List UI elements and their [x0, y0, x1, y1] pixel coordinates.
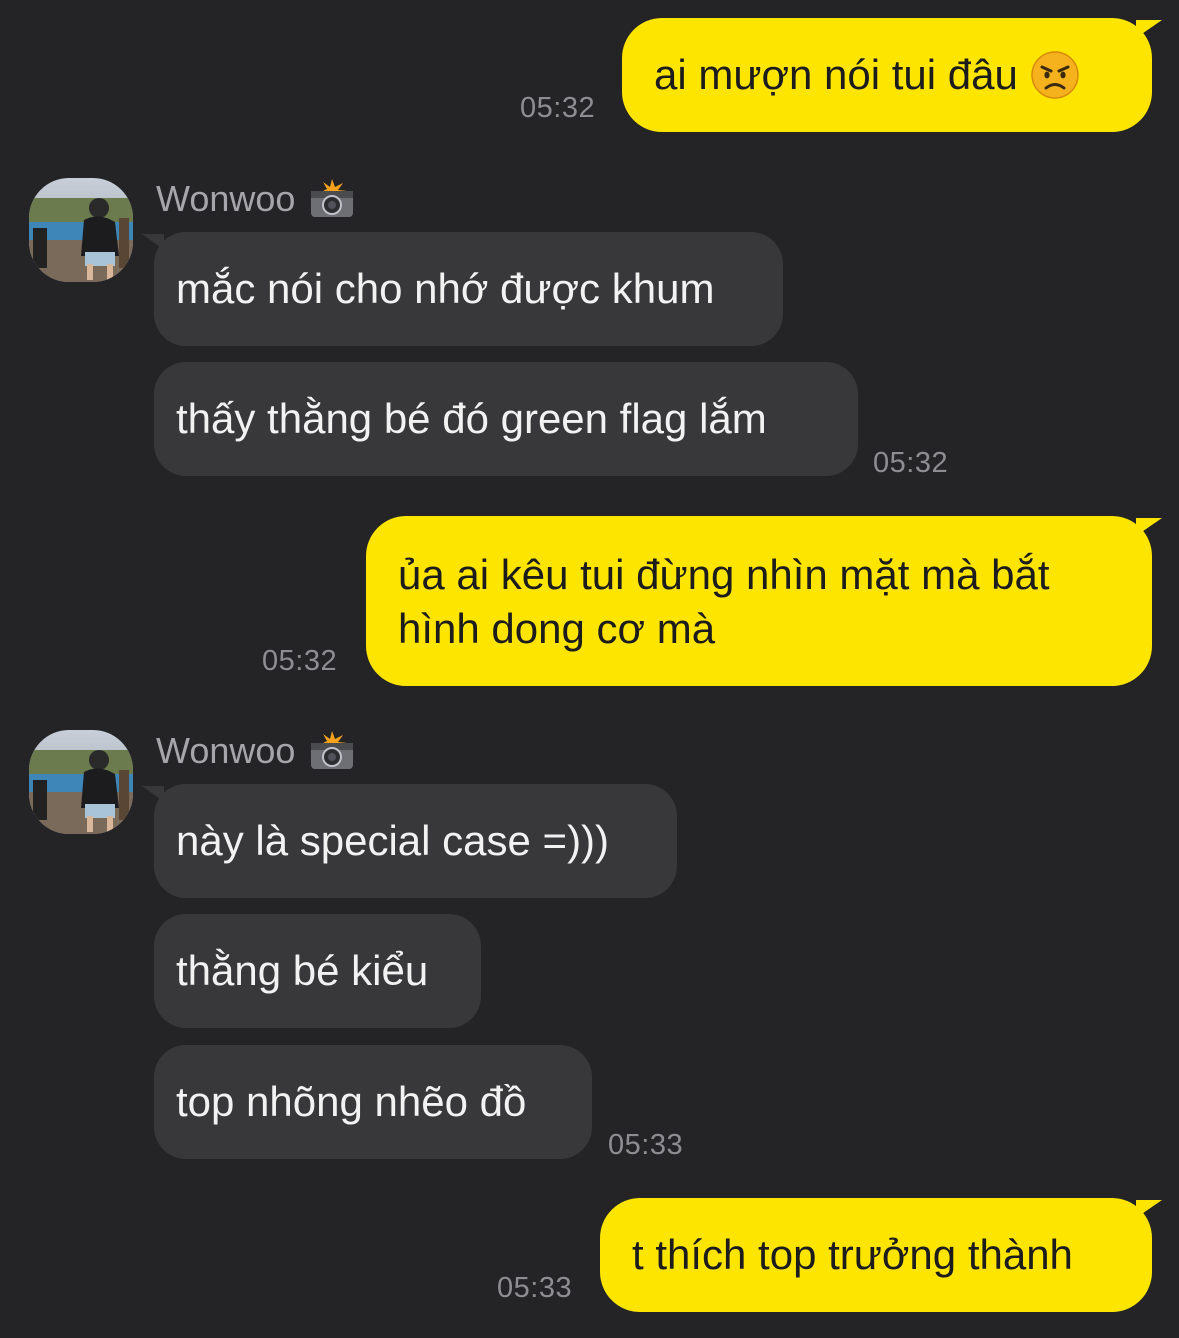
their-bubble-tail: [142, 786, 164, 802]
message-text: này là special case =))): [176, 817, 610, 864]
sender-name: Wonwoo: [156, 178, 355, 220]
my-bubble-tail: [1136, 20, 1162, 38]
sender-name-text: Wonwoo: [156, 730, 296, 771]
message-text: t thích top trưởng thành: [632, 1231, 1073, 1278]
their-message-bubble[interactable]: thấy thằng bé đó green flag lắm: [154, 362, 858, 476]
message-timestamp: 05:32: [262, 645, 338, 677]
their-message-bubble[interactable]: mắc nói cho nhớ được khum: [154, 232, 783, 346]
sender-name: Wonwoo: [156, 730, 355, 772]
avatar[interactable]: [29, 730, 133, 834]
their-message-bubble[interactable]: top nhõng nhẽo đồ: [154, 1045, 592, 1159]
my-message-bubble[interactable]: ủa ai kêu tui đừng nhìn mặt mà bắt hình …: [366, 516, 1152, 686]
message-text: mắc nói cho nhớ được khum: [176, 265, 715, 312]
their-bubble-tail: [142, 234, 164, 250]
avatar-photo-icon: [29, 730, 133, 834]
message-timestamp: 05:33: [497, 1272, 573, 1304]
message-timestamp: 05:32: [520, 92, 596, 124]
avatar-photo-icon: [29, 178, 133, 282]
my-message-bubble[interactable]: t thích top trưởng thành: [600, 1198, 1152, 1312]
their-message-bubble[interactable]: này là special case =))): [154, 784, 677, 898]
message-text: top nhõng nhẽo đồ: [176, 1078, 527, 1125]
message-text: ai mượn nói tui đâu: [654, 51, 1018, 98]
my-bubble-tail: [1136, 518, 1162, 536]
message-timestamp: 05:33: [608, 1129, 684, 1161]
their-message-bubble[interactable]: thằng bé kiểu: [154, 914, 481, 1028]
message-timestamp: 05:32: [873, 447, 949, 479]
my-message-bubble[interactable]: ai mượn nói tui đâu: [622, 18, 1152, 132]
camera-flash-icon: [311, 179, 354, 217]
message-text: ủa ai kêu tui đừng nhìn mặt mà bắt hình …: [398, 551, 1050, 652]
message-text: thấy thằng bé đó green flag lắm: [176, 395, 767, 442]
message-text: thằng bé kiểu: [176, 947, 429, 994]
angry-face-icon: [1031, 51, 1079, 99]
avatar[interactable]: [29, 178, 133, 282]
my-bubble-tail: [1136, 1200, 1162, 1218]
camera-flash-icon: [311, 731, 354, 769]
sender-name-text: Wonwoo: [156, 178, 296, 219]
